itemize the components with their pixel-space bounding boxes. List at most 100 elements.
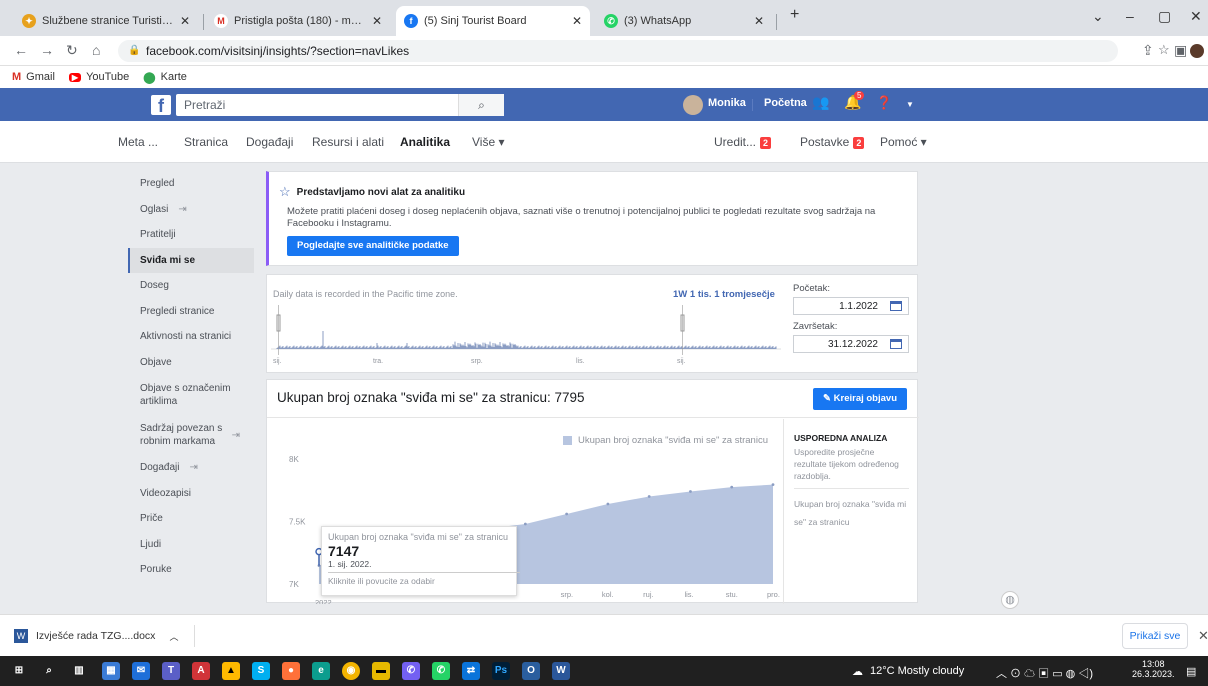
- sidebar-item-objave[interactable]: Objave: [128, 350, 254, 376]
- tab-search-icon[interactable]: ⌄: [1092, 8, 1104, 25]
- data-point[interactable]: [565, 512, 569, 516]
- new-tab-icon[interactable]: +: [790, 6, 799, 24]
- sidebar-item-pregled[interactable]: Pregled: [128, 171, 254, 197]
- data-point[interactable]: [523, 522, 527, 526]
- sidebar-item-robne-marke[interactable]: Sadržaj povezan s robnim markama ⇥: [128, 415, 254, 455]
- sidebar-item-ljudi[interactable]: Ljudi: [128, 532, 254, 558]
- back-icon[interactable]: ←: [14, 42, 28, 58]
- download-item[interactable]: W Izvješće rada TZG....docx ︿: [10, 625, 195, 647]
- sidebar-item-poruke[interactable]: Poruke: [128, 557, 254, 583]
- bookmark-star-icon[interactable]: ☆: [1158, 42, 1170, 58]
- teams-app-icon[interactable]: T: [162, 662, 180, 680]
- friend-requests-icon[interactable]: 👥: [812, 94, 829, 111]
- close-tab-icon[interactable]: ✕: [572, 14, 582, 28]
- sidebar-item-doseg[interactable]: Doseg: [128, 273, 254, 299]
- word-app-icon[interactable]: W: [552, 662, 570, 680]
- share-icon[interactable]: ⇪: [1142, 42, 1154, 59]
- search-icon[interactable]: ⌕: [458, 94, 504, 116]
- comparison-metric[interactable]: Ukupan broj oznaka "sviđa mi se" za stra…: [794, 495, 909, 531]
- firefox-app-icon[interactable]: ●: [282, 662, 300, 680]
- close-tab-icon[interactable]: ✕: [180, 14, 190, 28]
- sidebar-item-objave-artikli[interactable]: Objave s označenim artiklima: [128, 375, 254, 415]
- file-explorer-icon[interactable]: ▬: [372, 662, 390, 680]
- browser-tab-4[interactable]: ✆ (3) WhatsApp ✕: [596, 6, 772, 36]
- chrome-app-icon[interactable]: ◉: [342, 662, 360, 680]
- nav-meta[interactable]: Meta ...: [118, 135, 158, 149]
- system-tray-icons[interactable]: ︿ ⊙ ☁ ▣ ▭ ◍ ◁): [996, 665, 1093, 681]
- globe-icon[interactable]: ◍: [1001, 591, 1019, 609]
- calendar-icon[interactable]: [890, 301, 902, 311]
- data-point[interactable]: [730, 485, 734, 489]
- sidebar-item-svida-mi-se[interactable]: Sviđa mi se: [128, 247, 254, 273]
- minimize-icon[interactable]: –: [1126, 8, 1134, 24]
- data-point[interactable]: [647, 495, 651, 498]
- profile-avatar-icon[interactable]: [1190, 44, 1204, 58]
- task-view-icon[interactable]: ▥: [70, 662, 88, 680]
- skype-app-icon[interactable]: S: [252, 662, 270, 680]
- browser-tab-1[interactable]: ✦ Službene stranice Turističke zajed ✕: [14, 6, 198, 36]
- sidebar-item-price[interactable]: Priče: [128, 506, 254, 532]
- forward-icon[interactable]: →: [40, 42, 54, 58]
- help-icon[interactable]: ❓: [876, 95, 892, 111]
- show-all-downloads-button[interactable]: Prikaži sve: [1122, 623, 1188, 649]
- clock[interactable]: 13:08 26.3.2023.: [1132, 659, 1175, 679]
- data-point[interactable]: [689, 490, 692, 493]
- close-tab-icon[interactable]: ✕: [754, 14, 764, 28]
- tab-analitika[interactable]: Analitika: [400, 135, 450, 149]
- nav-resursi[interactable]: Resursi i alati: [312, 135, 384, 149]
- nav-postavke[interactable]: Postavke 2: [800, 135, 865, 149]
- pdf-app-icon[interactable]: A: [192, 662, 210, 680]
- sidebar-item-pregledi-stranice[interactable]: Pregledi stranice: [128, 299, 254, 325]
- bookmark-karte[interactable]: ⬤ Karte: [143, 71, 187, 84]
- photoshop-app-icon[interactable]: Ps: [492, 662, 510, 680]
- preset-1w[interactable]: 1W: [673, 289, 687, 300]
- nav-pomoc[interactable]: Pomoć ▾: [880, 135, 927, 149]
- search-input[interactable]: Pretraži ⌕: [176, 94, 504, 116]
- avatar[interactable]: [683, 95, 703, 115]
- whatsapp-app-icon[interactable]: ✆: [432, 662, 450, 680]
- browser-tab-2[interactable]: M Pristigla pošta (180) - monika.vrg ✕: [206, 6, 390, 36]
- chevron-up-icon[interactable]: ︿: [169, 630, 178, 643]
- side-panel-icon[interactable]: ▣: [1174, 42, 1187, 59]
- browser-tab-3[interactable]: f (5) Sinj Tourist Board ✕: [396, 6, 590, 36]
- mail-app-icon[interactable]: ✉: [132, 662, 150, 680]
- sidebar-item-oglasi[interactable]: Oglasi ⇥: [128, 197, 254, 223]
- preset-quarter[interactable]: 1 tromjesečje: [714, 289, 775, 300]
- nav-vise[interactable]: Više ▾: [472, 135, 504, 149]
- calendar-app-icon[interactable]: ▦: [102, 662, 120, 680]
- home-link[interactable]: Početna: [764, 97, 807, 109]
- sidebar-item-aktivnosti[interactable]: Aktivnosti na stranici: [128, 324, 254, 350]
- sidebar-item-pratitelji[interactable]: Pratitelji: [128, 222, 254, 248]
- close-tab-icon[interactable]: ✕: [372, 14, 382, 28]
- reload-icon[interactable]: ↻: [66, 42, 78, 59]
- create-post-button[interactable]: ✎ Kreiraj objavu: [813, 388, 907, 410]
- url-field[interactable]: 🔒 facebook.com/visitsinj/insights/?secti…: [118, 40, 1118, 62]
- facebook-logo-icon[interactable]: f: [151, 95, 171, 116]
- nav-uredit[interactable]: Uredit... 2: [714, 135, 772, 149]
- nav-stranica[interactable]: Stranica: [184, 135, 228, 149]
- likes-chart[interactable]: Ukupan broj oznaka "sviđa mi se" za stra…: [267, 419, 783, 604]
- outlook-app-icon[interactable]: O: [522, 662, 540, 680]
- sidebar-item-dogadaji[interactable]: Događaji ⇥: [128, 455, 254, 481]
- data-point[interactable]: [606, 502, 610, 506]
- search-icon[interactable]: ⌕: [40, 662, 58, 680]
- end-date-input[interactable]: 31.12.2022: [793, 335, 909, 353]
- timeline-brush[interactable]: sij. tra. srp. lis. sij.: [271, 305, 781, 367]
- windows-start-icon[interactable]: ⊞: [10, 662, 28, 680]
- sidebar-item-videozapisi[interactable]: Videozapisi: [128, 481, 254, 507]
- home-icon[interactable]: ⌂: [92, 42, 100, 58]
- calendar-icon[interactable]: [890, 339, 902, 349]
- close-window-icon[interactable]: ✕: [1190, 8, 1202, 25]
- browser-menu-icon[interactable]: ⋮: [1204, 42, 1208, 59]
- vlc-app-icon[interactable]: ▲: [222, 662, 240, 680]
- bookmark-gmail[interactable]: M Gmail: [12, 71, 55, 83]
- nav-dogadaji[interactable]: Događaji: [246, 135, 293, 149]
- view-all-analytics-button[interactable]: Pogledajte sve analitičke podatke: [287, 236, 459, 256]
- close-download-bar-icon[interactable]: ✕: [1198, 628, 1208, 644]
- bookmark-youtube[interactable]: ▶ YouTube: [68, 71, 129, 83]
- preset-1m[interactable]: 1 tis.: [690, 289, 712, 300]
- messenger-app-icon[interactable]: ⇄: [462, 662, 480, 680]
- account-menu-icon[interactable]: ▼: [906, 100, 914, 109]
- maximize-icon[interactable]: ▢: [1158, 8, 1171, 25]
- profile-link[interactable]: Monika: [708, 97, 746, 109]
